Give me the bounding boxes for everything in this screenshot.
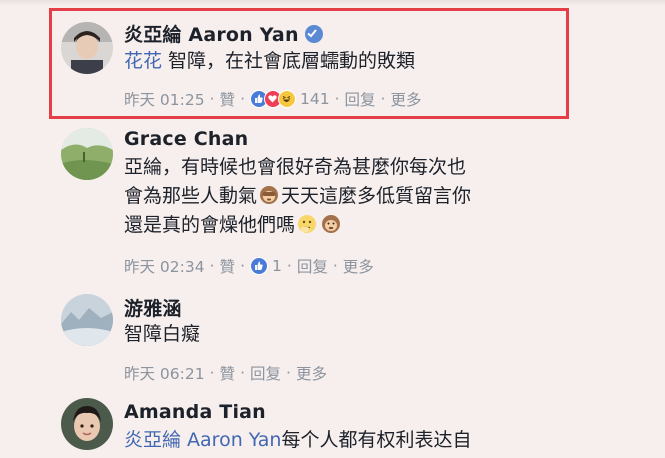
more-button[interactable]: 更多 [296,362,327,384]
like-button[interactable]: 贊 [220,255,236,277]
timestamp[interactable]: 昨天 06:21 [124,362,205,384]
separator-dot: · [209,257,215,275]
monkey-emoji [321,214,341,234]
comment-text-line: 智障白癡 [124,323,201,345]
reactions-summary[interactable] [250,257,268,275]
thinking-face-emoji [297,214,317,234]
commenter-name[interactable]: 游雅涵 [124,294,182,321]
separator-dot: · [209,364,215,382]
avatar[interactable] [61,128,113,180]
separator-dot: · [286,364,291,382]
previous-comment-edge [0,0,665,6]
see-no-evil-monkey-emoji [259,185,279,205]
separator-dot: · [240,364,245,382]
highlight-annotation-box [49,8,569,119]
avatar[interactable] [61,294,113,346]
comment-text: 亞綸，有時候也會很好奇為甚麼你每次也 會為那些人動氣 天天這麼多低質留言你 還是真… [124,153,471,240]
like-icon [250,257,268,275]
comment-text-line: 亞綸，有時候也會很好奇為甚麼你每次也 [124,156,467,178]
commenter-name[interactable]: Amanda Tian [124,401,266,423]
timestamp[interactable]: 昨天 02:34 [124,255,205,277]
like-button[interactable]: 贊 [220,362,236,384]
reply-button[interactable]: 回复 [297,255,328,277]
reaction-count[interactable]: 1 [272,257,282,275]
comment-text-line: 會為那些人動氣 天天這麼多低質留言你 [124,185,472,207]
more-button[interactable]: 更多 [343,255,374,277]
reply-button[interactable]: 回复 [250,362,281,384]
comment-text: 智障白癡 [124,320,200,349]
separator-dot: · [286,257,292,275]
comment-text-line: 還是真的會燥他們嗎 [124,211,471,240]
separator-dot: · [240,257,245,275]
avatar[interactable] [61,398,113,450]
separator-dot: · [332,257,338,275]
comment-meta: 昨天 02:34 · 贊 · 1 · 回复 · 更多 [124,255,374,277]
commenter-name[interactable]: Grace Chan [124,128,248,150]
comment-meta: 昨天 06:21 · 贊 · 回复 · 更多 [124,362,327,384]
mention-link[interactable]: 炎亞綸 Aaron Yan [124,429,281,451]
comment-text: 炎亞綸 Aaron Yan每个人都有权利表达自 [124,429,472,451]
